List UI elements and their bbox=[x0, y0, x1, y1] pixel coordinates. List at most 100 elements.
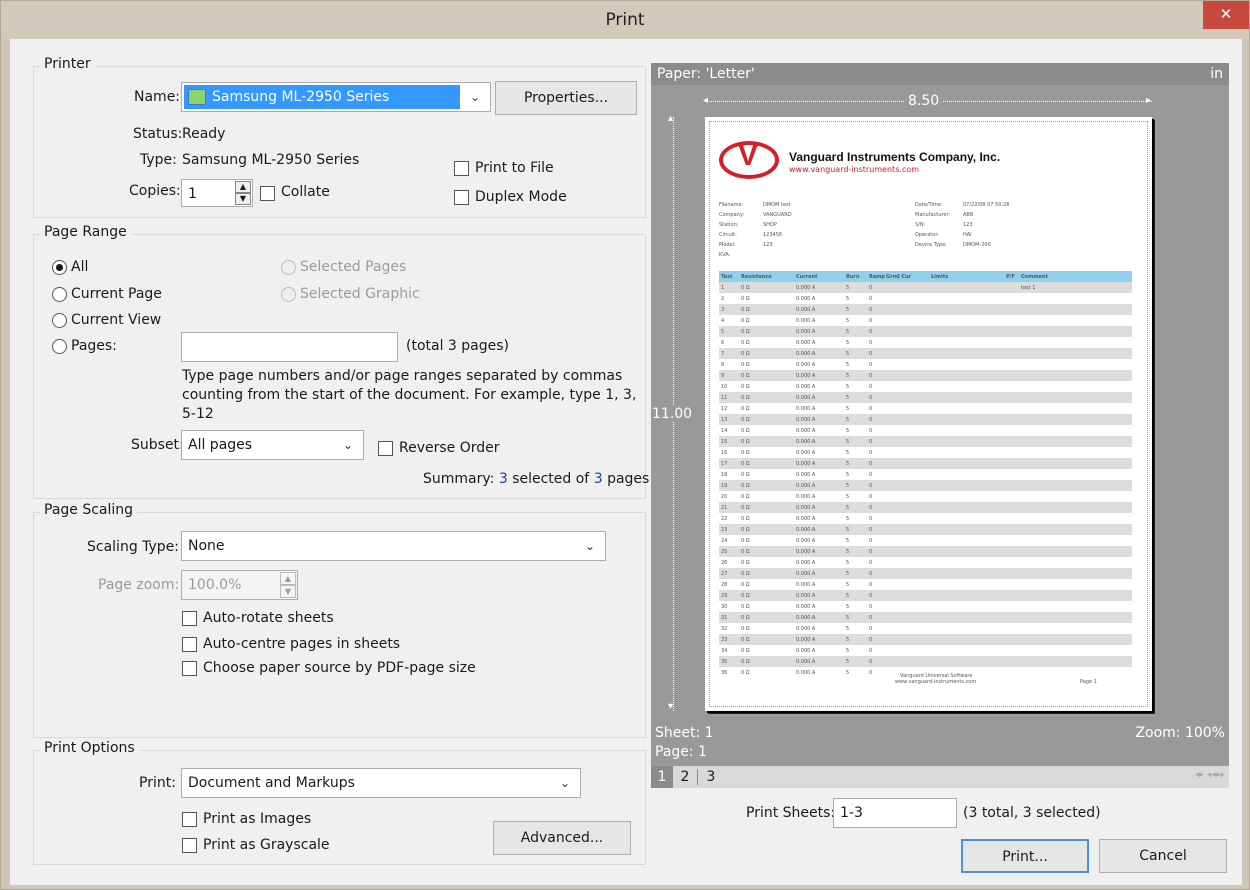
auto-rotate-checkbox[interactable] bbox=[182, 611, 197, 626]
scaling-type-label: Scaling Type: bbox=[87, 539, 180, 555]
print-as-grayscale-label: Print as Grayscale bbox=[203, 837, 330, 853]
doc-table-cell: 0.000 A bbox=[796, 538, 816, 544]
doc-table-cell: 0 bbox=[869, 527, 873, 533]
doc-table-cell: 0.000 A bbox=[796, 395, 816, 401]
selected-graphic-radio[interactable] bbox=[281, 287, 296, 302]
auto-centre-checkbox[interactable] bbox=[182, 637, 197, 652]
sheet-tab-1[interactable]: 1 bbox=[651, 766, 673, 788]
doc-table-row: 32 0 Ω 0.000 A 5 0 bbox=[719, 623, 1132, 634]
collate-checkbox[interactable] bbox=[260, 186, 275, 201]
print-as-grayscale-checkbox[interactable] bbox=[182, 838, 197, 853]
tab-nav-icon[interactable]: ◂▸ ◂◂▸▸ bbox=[1195, 770, 1225, 780]
doc-table-cell: 5 bbox=[846, 428, 850, 434]
doc-table-cell: 0.000 A bbox=[796, 670, 816, 676]
doc-field-key: Manufacturer: bbox=[915, 212, 951, 218]
duplex-checkbox[interactable] bbox=[454, 190, 469, 205]
doc-table-cell: 7 bbox=[721, 351, 725, 357]
doc-table-cell: 1 bbox=[721, 285, 725, 291]
doc-table-cell: 0.000 A bbox=[796, 285, 816, 291]
doc-table-cell: 0 Ω bbox=[741, 494, 750, 500]
spin-up-icon[interactable]: ▲ bbox=[235, 181, 251, 193]
doc-table-cell: 5 bbox=[846, 615, 850, 621]
doc-table-row: 17 0 Ω 0.000 A 5 0 bbox=[719, 458, 1132, 469]
range-current-view-radio[interactable] bbox=[52, 313, 67, 328]
print-sheets-input[interactable]: 1-3 bbox=[833, 798, 957, 828]
print-what-label: Print: bbox=[139, 775, 176, 791]
spin-down-icon[interactable]: ▼ bbox=[280, 585, 296, 598]
window-title: Print bbox=[605, 10, 645, 30]
doc-table-row: 30 0 Ω 0.000 A 5 0 bbox=[719, 601, 1132, 612]
chevron-down-icon[interactable]: ⌄ bbox=[333, 431, 363, 459]
doc-table-row: 6 0 Ω 0.000 A 5 0 bbox=[719, 337, 1132, 348]
spin-down-icon[interactable]: ▼ bbox=[235, 193, 251, 205]
print-to-file-checkbox[interactable] bbox=[454, 161, 469, 176]
advanced-button[interactable]: Advanced... bbox=[493, 821, 631, 855]
print-what-select[interactable]: Document and Markups ⌄ bbox=[181, 768, 581, 798]
range-current-page-radio[interactable] bbox=[52, 287, 67, 302]
doc-table-cell: 5 bbox=[846, 571, 850, 577]
properties-button[interactable]: Properties... bbox=[495, 81, 637, 115]
title-bar[interactable]: Print ✕ bbox=[1, 1, 1249, 39]
doc-table-cell: 5 bbox=[721, 329, 725, 335]
sheets-summary: (3 total, 3 selected) bbox=[963, 805, 1101, 821]
doc-table-row: 10 0 Ω 0.000 A 5 0 bbox=[719, 381, 1132, 392]
scaling-type-select[interactable]: None ⌄ bbox=[181, 531, 606, 561]
doc-table-cell: 32 bbox=[721, 626, 728, 632]
type-label: Type: bbox=[140, 152, 177, 168]
doc-table-header-cell: Comment bbox=[1021, 274, 1048, 280]
doc-field-key: Filename: bbox=[719, 202, 744, 208]
subset-select[interactable]: All pages ⌄ bbox=[181, 430, 364, 460]
copies-input[interactable]: 1 ▲ ▼ bbox=[181, 179, 253, 207]
collate-label: Collate bbox=[281, 184, 330, 200]
doc-table-cell: 34 bbox=[721, 648, 728, 654]
doc-field-key: Device Type: bbox=[915, 242, 947, 248]
reverse-order-checkbox[interactable] bbox=[378, 441, 393, 456]
doc-table-row: 13 0 Ω 0.000 A 5 0 bbox=[719, 414, 1132, 425]
print-sheets-label: Print Sheets: bbox=[746, 805, 836, 821]
doc-table-cell: 0.000 A bbox=[796, 296, 816, 302]
doc-table-cell: 0.000 A bbox=[796, 329, 816, 335]
doc-table-cell: 0.000 A bbox=[796, 362, 816, 368]
doc-table-cell: 5 bbox=[846, 516, 850, 522]
pages-input[interactable] bbox=[181, 332, 398, 362]
doc-table-cell: 0 bbox=[869, 307, 873, 313]
doc-table-cell: 0 bbox=[869, 615, 873, 621]
doc-field-key: Date/Time: bbox=[915, 202, 943, 208]
doc-table-cell: 0 Ω bbox=[741, 626, 750, 632]
printer-name-select[interactable]: Samsung ML-2950 Series ⌄ bbox=[181, 82, 491, 112]
chevron-down-icon[interactable]: ⌄ bbox=[460, 83, 490, 111]
doc-field-value: 123 bbox=[963, 222, 973, 228]
doc-table-cell: 0.000 A bbox=[796, 637, 816, 643]
selected-pages-radio[interactable] bbox=[281, 260, 296, 275]
print-button[interactable]: Print... bbox=[961, 839, 1089, 873]
doc-table-cell: 0 bbox=[869, 626, 873, 632]
doc-table-header-cell: Ramp bbox=[869, 274, 886, 280]
chevron-down-icon[interactable]: ⌄ bbox=[550, 769, 580, 797]
page-zoom-input[interactable]: 100.0% ▲ ▼ bbox=[181, 570, 298, 600]
cancel-button[interactable]: Cancel bbox=[1099, 839, 1227, 873]
doc-table-cell: 5 bbox=[846, 659, 850, 665]
doc-table-cell: 5 bbox=[846, 318, 850, 324]
sheet-tab-2[interactable]: 2 bbox=[675, 766, 695, 788]
doc-table-cell: 0 Ω bbox=[741, 406, 750, 412]
range-all-radio[interactable] bbox=[52, 260, 67, 275]
doc-field-value: SHOP bbox=[763, 222, 777, 228]
paper-source-checkbox[interactable] bbox=[182, 661, 197, 676]
sheet-tabs: 1 2 3 ◂▸ ◂◂▸▸ bbox=[651, 766, 1229, 788]
range-pages-radio[interactable] bbox=[52, 339, 67, 354]
print-as-images-checkbox[interactable] bbox=[182, 812, 197, 827]
spin-up-icon[interactable]: ▲ bbox=[280, 572, 296, 585]
doc-table-row: 5 0 Ω 0.000 A 5 0 bbox=[719, 326, 1132, 337]
doc-table-cell: 0 bbox=[869, 604, 873, 610]
doc-table-cell: 12 bbox=[721, 406, 728, 412]
subset-value: All pages bbox=[188, 437, 253, 453]
doc-table-row: 12 0 Ω 0.000 A 5 0 bbox=[719, 403, 1132, 414]
doc-table-cell: 0 bbox=[869, 494, 873, 500]
chevron-down-icon[interactable]: ⌄ bbox=[575, 532, 605, 560]
doc-table-cell: 0 bbox=[869, 472, 873, 478]
sheet-tab-3[interactable]: 3 bbox=[701, 766, 721, 788]
close-icon[interactable]: ✕ bbox=[1203, 1, 1249, 29]
doc-table-cell: 0 bbox=[869, 318, 873, 324]
print-sheets-value: 1-3 bbox=[840, 805, 863, 821]
print-to-file-label: Print to File bbox=[475, 160, 554, 176]
